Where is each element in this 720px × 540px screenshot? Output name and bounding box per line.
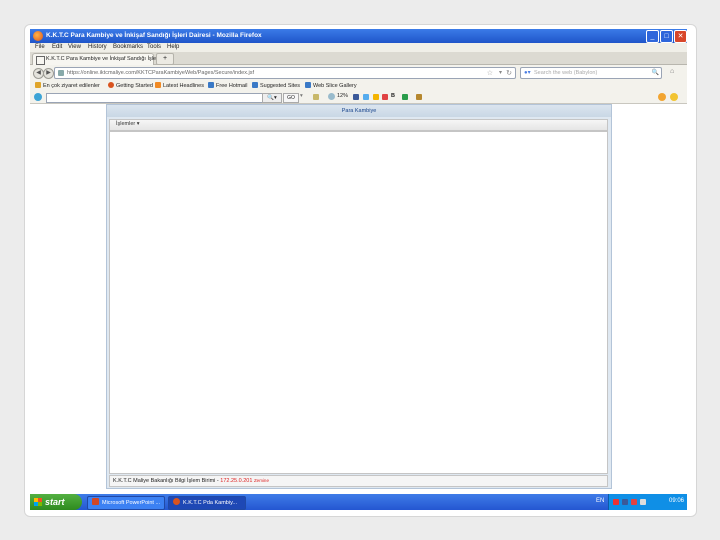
search-toolbar: 🔍▾ GO ▾ 12% B [30,91,687,104]
bookmark-suggested-sites[interactable]: Suggested Sites [252,82,300,89]
firefox-icon [173,498,180,505]
hotmail-icon [208,82,214,88]
window-title: K.K.T.C Para Kambiye ve İnkişaf Sandığı … [46,32,262,39]
search-engine-icon[interactable]: ●▾ [524,69,531,76]
search-placeholder: Search the web (Babylon) [534,70,598,76]
tab-strip: K.K.T.C Para Kambiye ve İnkişaf Sandığı … [30,52,687,65]
minimize-button[interactable]: _ [646,30,659,43]
menu-view[interactable]: View [68,44,81,50]
bookmarks-bar: En çok ziyaret edilenler Getting Started… [30,80,687,91]
url-bar[interactable]: https://online.iktcmaliye.com/KKTCParaKa… [54,67,516,79]
toolbar-search-icon[interactable]: 🔍▾ [262,93,282,103]
bookmark-web-slice-gallery[interactable]: Web Slice Gallery [305,82,357,89]
maximize-button[interactable]: □ [660,30,673,43]
tray-icon-3[interactable] [631,499,637,505]
bookmark-free-hotmail[interactable]: Free Hotmail [208,82,247,89]
toolbar-separator-icon: ▾ [300,93,303,99]
weather-icon[interactable] [328,93,335,100]
rss-icon [155,82,161,88]
page-favicon-icon [36,56,45,65]
briefcase-icon[interactable] [416,94,422,100]
islemler-menu[interactable]: İşlemler ▾ [116,121,140,127]
b-icon[interactable]: B [391,93,395,99]
firefox-icon [108,82,114,88]
slice-icon [305,82,311,88]
status-extra: Zemine [253,478,269,483]
bookmark-getting-started[interactable]: Getting Started [108,82,153,89]
lock-icon [58,70,64,76]
menu-history[interactable]: History [88,44,107,50]
close-button[interactable]: ✕ [674,30,687,43]
bookmark-star-icon[interactable]: ☆ [487,69,493,77]
app-title: Para Kambiye [107,105,611,117]
new-tab-button[interactable]: + [156,53,174,65]
app-toolbar: İşlemler ▾ [109,119,608,131]
app-body [109,131,608,474]
screenshot-frame: K.K.T.C Para Kambiye ve İnkişaf Sandığı … [30,29,687,510]
system-tray: 09:06 [608,494,687,510]
app-panel: Para Kambiye İşlemler ▾ K.K.T.C Maliye B… [106,104,612,489]
page-content: Para Kambiye İşlemler ▾ K.K.T.C Maliye B… [30,104,687,490]
babylon-icon[interactable] [34,93,42,101]
addon-icon[interactable] [670,93,678,101]
taskbar-item-powerpoint[interactable]: Microsoft PowerPoint ... [87,496,165,510]
windows-logo-icon [34,498,42,506]
powerpoint-icon [92,498,99,505]
taskbar-item-firefox[interactable]: K.K.T.C Pda Kambiy... [168,496,246,510]
menu-bar: File Edit View History Bookmarks Tools H… [30,43,687,52]
language-indicator[interactable]: EN [596,498,604,504]
ie-icon [252,82,258,88]
bookmark-most-visited[interactable]: En çok ziyaret edilenler [35,82,100,89]
menu-edit[interactable]: Edit [52,44,62,50]
start-button[interactable]: start [30,494,82,510]
smiley-icon[interactable] [373,94,379,100]
menu-file[interactable]: File [35,44,45,50]
home-icon[interactable]: ⌂ [670,68,674,75]
status-text: K.K.T.C Maliye Bakanlığı Bilgi İşlem Bir… [113,478,269,484]
facebook-icon[interactable] [353,94,359,100]
tray-icon-4[interactable] [640,499,646,505]
search-icon[interactable]: 🔍 [652,69,659,76]
search-box[interactable]: ●▾ Search the web (Babylon) 🔍 [520,67,662,79]
go-button[interactable]: GO [283,93,299,103]
menu-tools[interactable]: Tools [147,44,161,50]
notification-icon[interactable] [658,93,666,101]
bookmark-latest-headlines[interactable]: Latest Headlines [155,82,204,89]
menu-bookmarks[interactable]: Bookmarks [113,44,143,50]
tab-label: K.K.T.C Para Kambiye ve İnkişaf Sandığı … [46,56,157,62]
taskbar: start Microsoft PowerPoint ... K.K.T.C P… [30,494,687,510]
folder-icon [35,82,41,88]
mail-icon[interactable] [382,94,388,100]
url-dropdown-icon[interactable]: ▾ [499,69,502,76]
toolbar-tool-icon[interactable] [313,94,319,100]
url-text: https://online.iktcmaliye.com/KKTCParaKa… [67,70,254,76]
title-bar: K.K.T.C Para Kambiye ve İnkişaf Sandığı … [30,29,687,43]
navigation-bar: ◀ ▶ https://online.iktcmaliye.com/KKTCPa… [30,65,687,80]
extension-icon[interactable] [402,94,408,100]
app-status-bar: K.K.T.C Maliye Bakanlığı Bilgi İşlem Bir… [109,475,608,487]
forward-button[interactable]: ▶ [43,68,54,79]
tray-icon-2[interactable] [622,499,628,505]
firefox-icon [33,31,43,41]
twitter-icon[interactable] [363,94,369,100]
zoom-level: 12% [337,93,349,99]
menu-help[interactable]: Help [167,44,179,50]
status-ip: 172.25.0.201 [220,478,253,484]
reload-icon[interactable]: ↻ [506,69,512,77]
tray-icon-1[interactable] [613,499,619,505]
tab-kktc[interactable]: K.K.T.C Para Kambiye ve İnkişaf Sandığı … [32,53,157,65]
toolbar-search-input[interactable] [46,93,263,103]
clock: 09:06 [668,498,684,504]
